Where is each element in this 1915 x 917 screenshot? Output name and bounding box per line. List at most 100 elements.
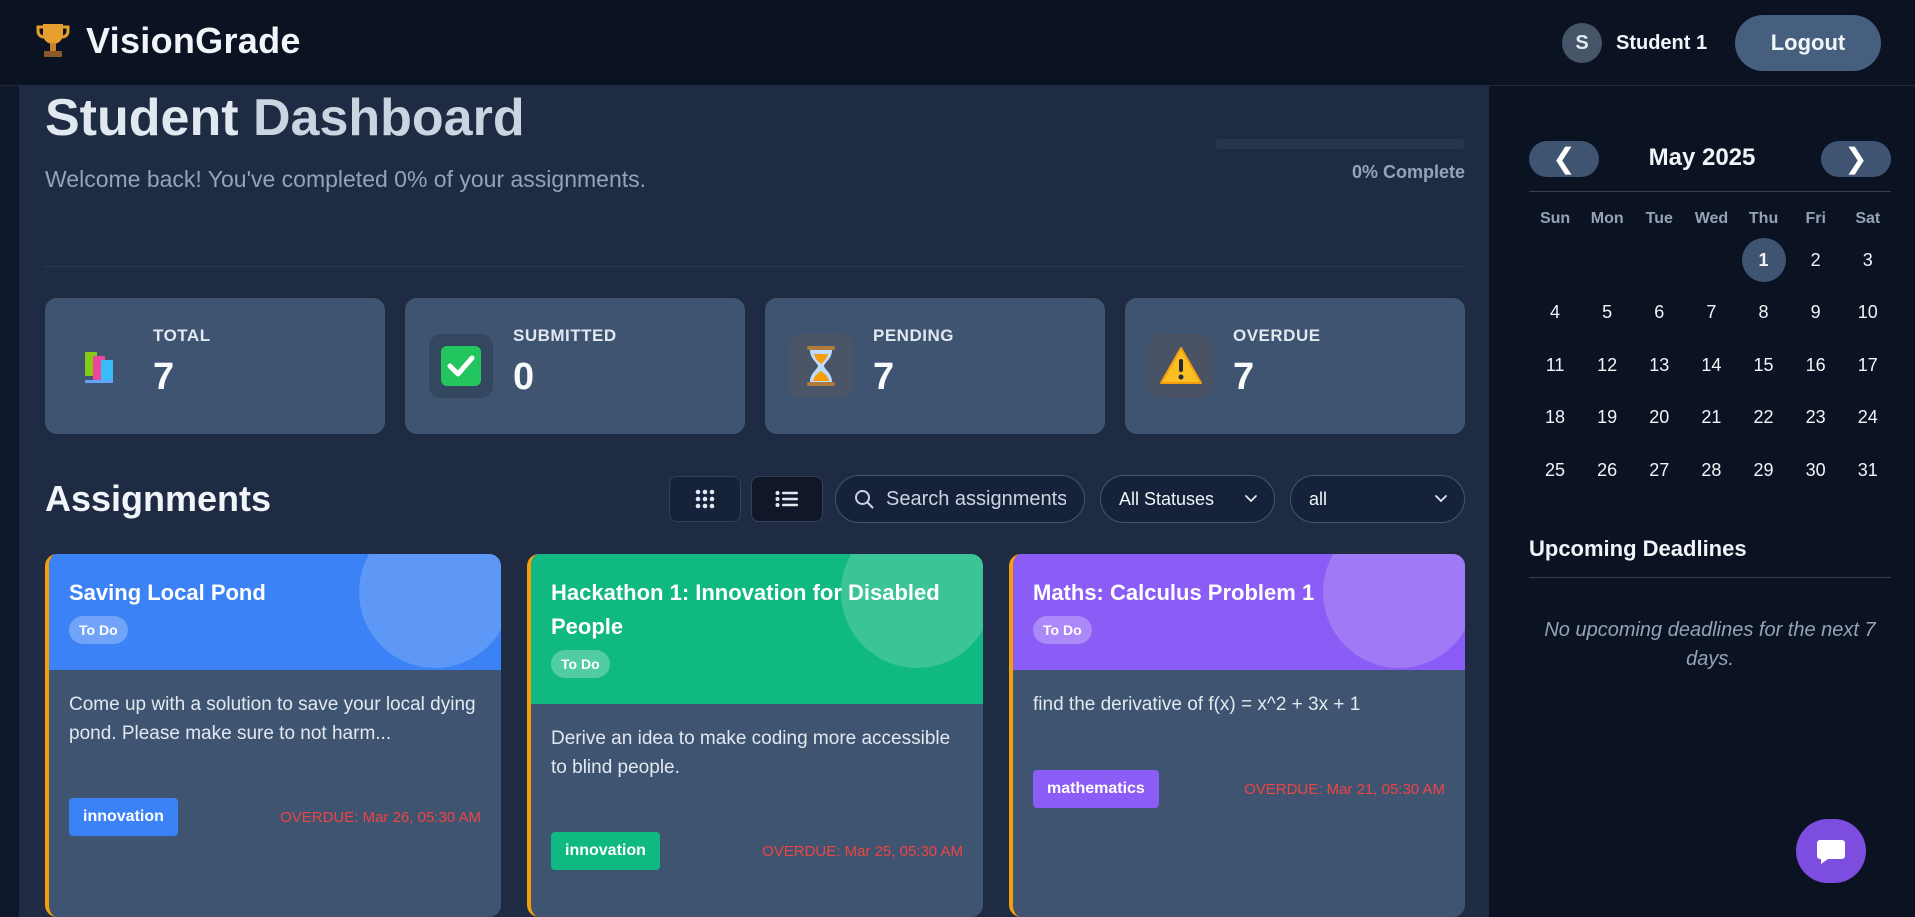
- calendar-day[interactable]: 9: [1790, 287, 1842, 340]
- calendar-day[interactable]: 28: [1685, 444, 1737, 497]
- calendar-day-number: 16: [1805, 354, 1826, 375]
- status-badge: To Do: [1033, 616, 1092, 644]
- calendar-day-number: 11: [1545, 354, 1565, 375]
- page-title-part1: Student: [45, 89, 239, 147]
- logout-button[interactable]: Logout: [1735, 15, 1881, 71]
- calendar-day[interactable]: 23: [1790, 392, 1842, 445]
- chat-button[interactable]: [1796, 819, 1866, 883]
- list-view-button[interactable]: [751, 476, 823, 522]
- card-title: Hackathon 1: Innovation for Disabled Peo…: [551, 580, 940, 639]
- calendar-day[interactable]: 29: [1738, 444, 1790, 497]
- calendar-day-number: 7: [1706, 302, 1717, 323]
- upcoming-deadlines-empty: No upcoming deadlines for the next 7 day…: [1544, 619, 1876, 670]
- calendar-next-button[interactable]: ❯: [1821, 141, 1891, 177]
- calendar-day-number: 5: [1602, 302, 1613, 323]
- calendar-day[interactable]: 25: [1529, 444, 1581, 497]
- calendar-day-number: 18: [1545, 407, 1566, 428]
- calendar-day[interactable]: 3: [1842, 234, 1894, 287]
- grid-icon: [695, 489, 715, 509]
- user-name: Student 1: [1616, 31, 1708, 54]
- stat-card-total: TOTAL 7: [45, 298, 385, 434]
- calendar-day[interactable]: 26: [1581, 444, 1633, 497]
- top-navbar: VisionGrade S Student 1 Logout: [0, 0, 1915, 86]
- calendar-day[interactable]: 12: [1581, 339, 1633, 392]
- calendar-day-number: 14: [1701, 354, 1722, 375]
- calendar-day[interactable]: 7: [1685, 287, 1737, 340]
- status-filter-value: All Statuses: [1119, 488, 1215, 509]
- calendar-day-number: 23: [1805, 407, 1826, 428]
- calendar-day-number: 31: [1857, 459, 1878, 480]
- assignment-card[interactable]: Maths: Calculus Problem 1 To Do find the…: [1009, 554, 1465, 917]
- calendar-day-number: 19: [1597, 407, 1618, 428]
- calendar-day[interactable]: 10: [1842, 287, 1894, 340]
- card-description: find the derivative of f(x) = x^2 + 3x +…: [1033, 694, 1361, 715]
- calendar-day[interactable]: 30: [1790, 444, 1842, 497]
- calendar-day[interactable]: 15: [1738, 339, 1790, 392]
- calendar-day[interactable]: 16: [1790, 339, 1842, 392]
- category-filter-select[interactable]: all: [1290, 475, 1465, 523]
- card-header: Hackathon 1: Innovation for Disabled Peo…: [531, 554, 983, 704]
- calendar-empty-cell: [1529, 234, 1581, 287]
- grid-view-button[interactable]: [669, 476, 741, 522]
- calendar-day[interactable]: 6: [1633, 287, 1685, 340]
- calendar-day-today[interactable]: 1: [1738, 234, 1790, 287]
- calendar-day[interactable]: 13: [1633, 339, 1685, 392]
- hourglass-icon: [789, 334, 853, 398]
- calendar-day[interactable]: 19: [1581, 392, 1633, 445]
- calendar-day-number: 28: [1701, 459, 1722, 480]
- assignment-card[interactable]: Hackathon 1: Innovation for Disabled Peo…: [527, 554, 983, 917]
- calendar-day[interactable]: 22: [1738, 392, 1790, 445]
- stat-card-overdue: OVERDUE 7: [1125, 298, 1465, 434]
- calendar-weekday: Mon: [1590, 210, 1624, 227]
- welcome-message: Welcome back! You've completed 0% of you…: [45, 166, 647, 192]
- calendar-day[interactable]: 11: [1529, 339, 1581, 392]
- sidebar: ❮ May 2025 ❯ Sun Mon Tue Wed Thu Fri Sat 1 2 3 4 5 6…: [1489, 86, 1915, 917]
- trophy-icon: [36, 24, 70, 57]
- calendar-day[interactable]: 21: [1685, 392, 1737, 445]
- stat-value: 7: [153, 356, 175, 398]
- calendar-day[interactable]: 14: [1685, 339, 1737, 392]
- card-footer: innovation OVERDUE: Mar 25, 05:30 AM: [551, 832, 963, 870]
- calendar-day-number: 9: [1810, 302, 1821, 323]
- calendar-day[interactable]: 18: [1529, 392, 1581, 445]
- calendar-empty-cell: [1581, 234, 1633, 287]
- calendar-day-number: 10: [1857, 302, 1878, 323]
- stat-label: TOTAL: [153, 326, 211, 345]
- calendar-day[interactable]: 31: [1842, 444, 1894, 497]
- main-panel: Student Dashboard Welcome back! You've c…: [19, 86, 1489, 917]
- page-title: Student Dashboard: [45, 88, 525, 148]
- calendar-day[interactable]: 8: [1738, 287, 1790, 340]
- brand[interactable]: VisionGrade: [36, 20, 301, 62]
- search-box[interactable]: [835, 475, 1085, 523]
- due-date: OVERDUE: Mar 21, 05:30 AM: [1244, 780, 1445, 798]
- calendar-day[interactable]: 20: [1633, 392, 1685, 445]
- calendar-day-number: 4: [1550, 302, 1561, 323]
- calendar-day-number: 2: [1810, 249, 1821, 270]
- avatar: S: [1562, 23, 1602, 63]
- divider: [45, 266, 1465, 267]
- calendar-day-number: 13: [1649, 354, 1670, 375]
- user-menu[interactable]: S Student 1: [1562, 23, 1707, 63]
- calendar-day[interactable]: 17: [1842, 339, 1894, 392]
- card-title: Maths: Calculus Problem 1: [1033, 580, 1315, 605]
- assignment-card[interactable]: Saving Local Pond To Do Come up with a s…: [45, 554, 501, 917]
- list-icon: [775, 491, 798, 507]
- calendar-day[interactable]: 24: [1842, 392, 1894, 445]
- calendar-day[interactable]: 5: [1581, 287, 1633, 340]
- page-title-part2: Dashboard: [252, 89, 525, 147]
- calendar-day[interactable]: 2: [1790, 234, 1842, 287]
- calendar-day[interactable]: 4: [1529, 287, 1581, 340]
- due-date: OVERDUE: Mar 26, 05:30 AM: [280, 808, 481, 826]
- card-description: Derive an idea to make coding more acces…: [551, 728, 951, 778]
- calendar-weekday: Sun: [1539, 210, 1571, 227]
- stat-label: PENDING: [873, 326, 954, 345]
- card-footer: innovation OVERDUE: Mar 26, 05:30 AM: [69, 798, 481, 836]
- calendar-empty-cell: [1685, 234, 1737, 287]
- search-input[interactable]: [886, 487, 1066, 511]
- status-filter-select[interactable]: All Statuses: [1100, 475, 1275, 523]
- calendar-day-number: 30: [1805, 459, 1826, 480]
- stat-value: 7: [873, 356, 895, 398]
- calendar-day-number: 17: [1857, 354, 1878, 375]
- calendar-day[interactable]: 27: [1633, 444, 1685, 497]
- calendar-weekday: Sat: [1855, 210, 1881, 227]
